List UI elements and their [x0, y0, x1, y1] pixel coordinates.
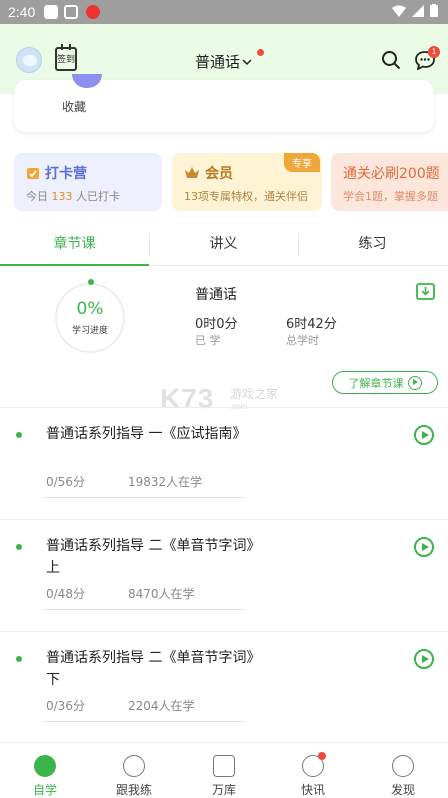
progress-percent: 0% [76, 299, 104, 319]
lesson-item[interactable]: 普通话系列指导 二《单音节字词》下 0/36分 2204人在学 [0, 633, 448, 743]
progress-ring: 0% 学习进度 [55, 279, 125, 353]
promo-checkin-desc-prefix: 今日 [26, 190, 52, 203]
document-icon [213, 755, 235, 777]
subject-label: 普通话 [195, 53, 241, 71]
nav-label: 自学 [32, 783, 57, 797]
search-icon[interactable] [381, 50, 401, 70]
play-icon[interactable] [414, 537, 434, 557]
course-name: 普通话 [195, 287, 237, 303]
pacman-icon [34, 755, 56, 777]
promo-checkin-camp[interactable]: 打卡营 今日 133 人已打卡 [14, 153, 162, 211]
promo-member-desc: 13项专属特权，通关伴侣 [184, 190, 308, 203]
lesson-title: 普通话系列指导 二《单音节字词》下 [46, 650, 254, 688]
total-time-value: 6时42分 [286, 317, 337, 332]
tab-chapter-course[interactable]: 章节课 [0, 226, 149, 266]
play-icon[interactable] [414, 425, 434, 445]
nav-label: 跟我练 [115, 783, 152, 797]
promo-member-tag: 专享 [284, 153, 320, 172]
nav-question-bank[interactable]: 万库 [179, 743, 269, 798]
studied-time-value: 0时0分 [195, 317, 238, 332]
promo-checkin-title-row: 打卡营 [26, 163, 87, 183]
progress-label: 学习进度 [71, 326, 108, 336]
download-icon[interactable] [416, 283, 435, 300]
app-notification-icon [64, 5, 78, 19]
lesson-learners: 8470人在学 [128, 587, 195, 601]
lesson-item[interactable]: 普通话系列指导 一《应试指南》 0/56分 19832人在学 [0, 409, 448, 519]
promo-questions-title: 通关必刷200题 [343, 166, 440, 182]
nav-label: 万库 [211, 783, 236, 797]
nav-self-study[interactable]: 自学 [0, 743, 90, 798]
avatar[interactable] [16, 47, 42, 73]
lesson-learners: 19832人在学 [128, 475, 203, 489]
lesson-bullet [16, 544, 22, 550]
lesson-underline [44, 497, 244, 498]
promo-200-questions[interactable]: 通关必刷200题 学会1题，掌握多题 [331, 153, 448, 211]
lesson-underline [44, 721, 244, 722]
lesson-score: 0/36分 [46, 699, 85, 713]
progress-indicator-dot [88, 279, 94, 285]
quick-card: 收藏 [14, 74, 434, 132]
lesson-bullet [16, 656, 22, 662]
favorites-icon[interactable] [72, 74, 102, 88]
play-icon[interactable] [414, 649, 434, 669]
learn-chapter-button[interactable]: 了解章节课 [332, 371, 438, 394]
lesson-item[interactable]: 普通话系列指导 二《单音节字词》上 0/48分 8470人在学 [0, 521, 448, 631]
promo-checkin-desc: 今日 133 人已打卡 [26, 188, 120, 204]
lesson-title: 普通话系列指导 一《应试指南》 [46, 426, 247, 442]
tab-practice[interactable]: 练习 [298, 226, 447, 266]
list-divider [0, 407, 448, 408]
list-divider [0, 519, 448, 520]
watermark-name: 游戏之家 [230, 387, 279, 401]
news-notification-dot [318, 752, 326, 760]
promo-checkin-count: 133 [51, 190, 73, 203]
signal-icon [412, 4, 424, 17]
lesson-learners: 2204人在学 [128, 699, 195, 713]
play-icon [407, 375, 422, 390]
lesson-score: 0/48分 [46, 587, 85, 601]
checkin-button[interactable]: 签到 [55, 44, 77, 71]
nav-news[interactable]: 快讯 [268, 743, 358, 798]
nav-discover[interactable]: 发现 [358, 743, 448, 798]
lesson-score: 0/56分 [46, 475, 85, 489]
promo-questions-desc: 学会1题，掌握多题 [343, 190, 438, 203]
compass-icon [392, 755, 414, 777]
learn-chapter-label: 了解章节课 [348, 376, 404, 390]
check-circle-icon [123, 755, 145, 777]
status-bar: 2:40 [0, 0, 448, 24]
promo-checkin-title: 打卡营 [45, 166, 87, 182]
app-notification-icon [44, 5, 58, 19]
calendar-check-icon [27, 168, 39, 179]
promo-member-title: 会员 [205, 166, 233, 182]
subject-notification-dot [257, 49, 265, 56]
status-time: 2:40 [8, 4, 36, 20]
content-tabs: 章节课 讲义 练习 [0, 226, 448, 266]
promo-member-title-row: 会员 [184, 163, 233, 183]
lesson-bullet [16, 432, 22, 438]
studied-time-label: 已 学 [195, 334, 221, 347]
wifi-icon [392, 5, 406, 17]
app-notification-icon [86, 5, 100, 19]
tab-handout[interactable]: 讲义 [149, 226, 298, 266]
chevron-down-icon [242, 58, 252, 65]
battery-icon [430, 4, 438, 17]
lesson-underline [44, 609, 244, 610]
lesson-title: 普通话系列指导 二《单音节字词》上 [46, 538, 254, 576]
nav-label: 快讯 [300, 783, 325, 797]
bottom-nav: 自学 跟我练 万库 快讯 发现 [0, 742, 448, 798]
promo-membership[interactable]: 专享 会员 13项专属特权，通关伴侣 [172, 153, 322, 211]
promo-checkin-desc-suffix: 人已打卡 [72, 190, 120, 203]
nav-follow-practice[interactable]: 跟我练 [89, 743, 179, 798]
total-time-label: 总学时 [286, 334, 319, 347]
message-badge: 1 [428, 46, 440, 58]
nav-label: 发现 [390, 783, 415, 797]
subject-selector[interactable]: 普通话 [195, 49, 265, 72]
crown-icon [185, 167, 199, 178]
favorites-label[interactable]: 收藏 [62, 98, 86, 115]
list-divider [0, 631, 448, 632]
